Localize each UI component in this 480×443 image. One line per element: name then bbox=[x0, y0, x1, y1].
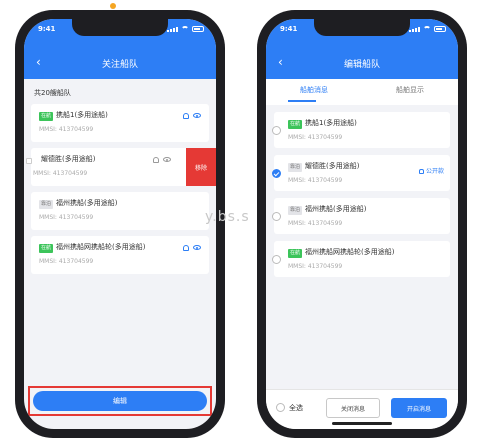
eye-icon[interactable] bbox=[193, 113, 201, 118]
vessel-row[interactable]: 靠泊 福州携船(多用途船) MMSI: 413704599 bbox=[272, 198, 450, 234]
status-time: 9:41 bbox=[280, 25, 298, 33]
bell-icon bbox=[418, 169, 424, 174]
notch bbox=[72, 19, 168, 36]
radio-button[interactable] bbox=[272, 126, 281, 135]
vessel-name: 携船1(多用途船) bbox=[56, 111, 108, 119]
tab-ship-display[interactable]: 船舶显示 bbox=[362, 79, 458, 105]
vessel-card[interactable]: 靠泊 福州携船(多用途船) MMSI: 413704599 bbox=[31, 192, 209, 230]
vessel-mmsi: MMSI: 413704599 bbox=[288, 134, 343, 141]
vessel-row[interactable]: 在航 福州携船网携船轮(多用途船) MMSI: 413704599 bbox=[272, 241, 450, 277]
vessel-card[interactable]: 在航 福州携船网携船轮(多用途船) MMSI: 413704599 bbox=[31, 236, 209, 274]
signal-icon bbox=[167, 26, 178, 32]
vessel-name: 携船1(多用途船) bbox=[305, 119, 357, 127]
watermark: y.bs.s bbox=[205, 209, 250, 225]
bell-icon[interactable] bbox=[183, 113, 189, 119]
vessel-row[interactable]: 靠泊 耀德胜(多用途船) MMSI: 413704599 公开款 bbox=[272, 155, 450, 191]
open-messages-button[interactable]: 开启消息 bbox=[391, 398, 447, 418]
status-tag: 在航 bbox=[288, 249, 303, 258]
bottom-action-bar: 全选 关闭消息 开启消息 bbox=[266, 389, 458, 429]
vessel-mmsi: MMSI: 413704599 bbox=[39, 126, 94, 133]
battery-icon bbox=[434, 26, 446, 32]
status-tag: 在航 bbox=[39, 112, 54, 121]
battery-icon bbox=[192, 26, 204, 32]
vessel-mmsi: MMSI: 413704599 bbox=[39, 258, 94, 265]
public-label: 公开款 bbox=[425, 168, 444, 175]
tab-indicator bbox=[288, 100, 316, 102]
status-tag: 靠泊 bbox=[39, 200, 54, 209]
wifi-icon bbox=[423, 26, 431, 32]
notch bbox=[314, 19, 410, 36]
eye-icon[interactable] bbox=[163, 157, 171, 162]
orange-dot bbox=[110, 3, 116, 9]
wifi-icon bbox=[181, 26, 189, 32]
vessel-mmsi: MMSI: 413704599 bbox=[33, 170, 88, 177]
home-indicator bbox=[332, 422, 392, 425]
select-all-label[interactable]: 全选 bbox=[289, 403, 303, 413]
signal-icon bbox=[409, 26, 420, 32]
status-tag: 靠泊 bbox=[288, 206, 303, 215]
page-title: 关注船队 bbox=[101, 59, 138, 70]
vessel-card-swiped[interactable]: 耀德胜(多用途船) MMSI: 413704599 移除 bbox=[26, 148, 216, 186]
bell-icon[interactable] bbox=[153, 157, 159, 163]
vessel-row[interactable]: 在航 携船1(多用途船) MMSI: 413704599 bbox=[272, 112, 450, 148]
radio-button[interactable] bbox=[272, 255, 281, 264]
vessel-name: 耀德胜(多用途船) bbox=[41, 155, 96, 163]
edit-highlight: 编辑 bbox=[28, 386, 212, 416]
fleet-count: 共20艘船队 bbox=[34, 89, 71, 97]
vessel-name: 福州携船(多用途船) bbox=[56, 199, 118, 207]
right-phone: 9:41 ‹ 编辑船队 船舶消息 船舶显示 在航 携船1(多用途船) MMSI:… bbox=[257, 10, 467, 438]
vessel-mmsi: MMSI: 413704599 bbox=[288, 263, 343, 270]
status-tag: 在航 bbox=[288, 120, 303, 129]
close-messages-button[interactable]: 关闭消息 bbox=[326, 398, 380, 418]
vessel-name: 耀德胜(多用途船) bbox=[305, 162, 360, 170]
radio-checked[interactable] bbox=[272, 169, 281, 178]
bell-icon[interactable] bbox=[183, 245, 189, 251]
eye-icon[interactable] bbox=[193, 245, 201, 250]
public-badge: 公开款 bbox=[418, 166, 444, 175]
select-all-radio[interactable] bbox=[276, 403, 285, 412]
vessel-name: 福州携船网携船轮(多用途船) bbox=[305, 248, 395, 256]
back-icon[interactable]: ‹ bbox=[36, 56, 41, 68]
status-time: 9:41 bbox=[38, 25, 56, 33]
vessel-name: 福州携船网携船轮(多用途船) bbox=[56, 243, 146, 251]
page-title: 编辑船队 bbox=[343, 59, 380, 70]
vessel-mmsi: MMSI: 413704599 bbox=[288, 220, 343, 227]
radio-button[interactable] bbox=[272, 212, 281, 221]
vessel-name: 福州携船(多用途船) bbox=[305, 205, 367, 213]
vessel-mmsi: MMSI: 413704599 bbox=[39, 214, 94, 221]
right-screen: 9:41 ‹ 编辑船队 船舶消息 船舶显示 在航 携船1(多用途船) MMSI:… bbox=[266, 19, 458, 429]
left-screen: 9:41 ‹ 关注船队 共20艘船队 在航 携船1(多用途船) MMSI: 41… bbox=[24, 19, 216, 429]
edit-button[interactable]: 编辑 bbox=[33, 391, 207, 411]
vessel-card[interactable]: 在航 携船1(多用途船) MMSI: 413704599 bbox=[31, 104, 209, 142]
vessel-mmsi: MMSI: 413704599 bbox=[288, 177, 343, 184]
back-icon[interactable]: ‹ bbox=[278, 56, 283, 68]
remove-button[interactable]: 移除 bbox=[186, 148, 216, 186]
checkbox-icon bbox=[26, 158, 32, 164]
status-tag: 靠泊 bbox=[288, 163, 303, 172]
status-tag: 在航 bbox=[39, 244, 54, 253]
tab-bar: 船舶消息 船舶显示 bbox=[266, 79, 458, 105]
left-phone: 9:41 ‹ 关注船队 共20艘船队 在航 携船1(多用途船) MMSI: 41… bbox=[15, 10, 225, 438]
